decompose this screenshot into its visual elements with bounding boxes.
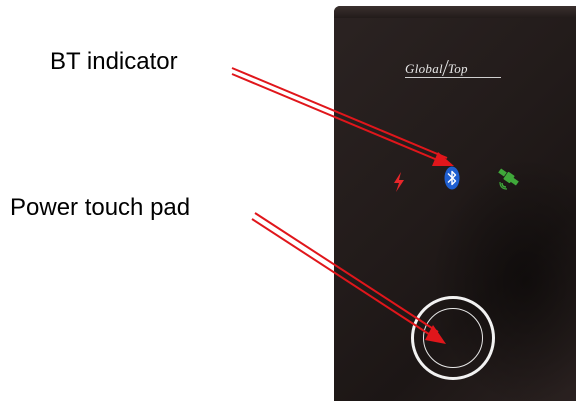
power-touch-pad-arrowhead: [425, 325, 446, 344]
power-touch-pad-label: Power touch pad: [10, 194, 191, 221]
bt-indicator-arrow: [231, 67, 448, 165]
bt-indicator-label: BT indicator: [50, 48, 178, 75]
power-touch-pad-arrow: [251, 212, 439, 339]
product-annotation-figure: Global Top BT indicator Power touch pad: [0, 0, 576, 401]
